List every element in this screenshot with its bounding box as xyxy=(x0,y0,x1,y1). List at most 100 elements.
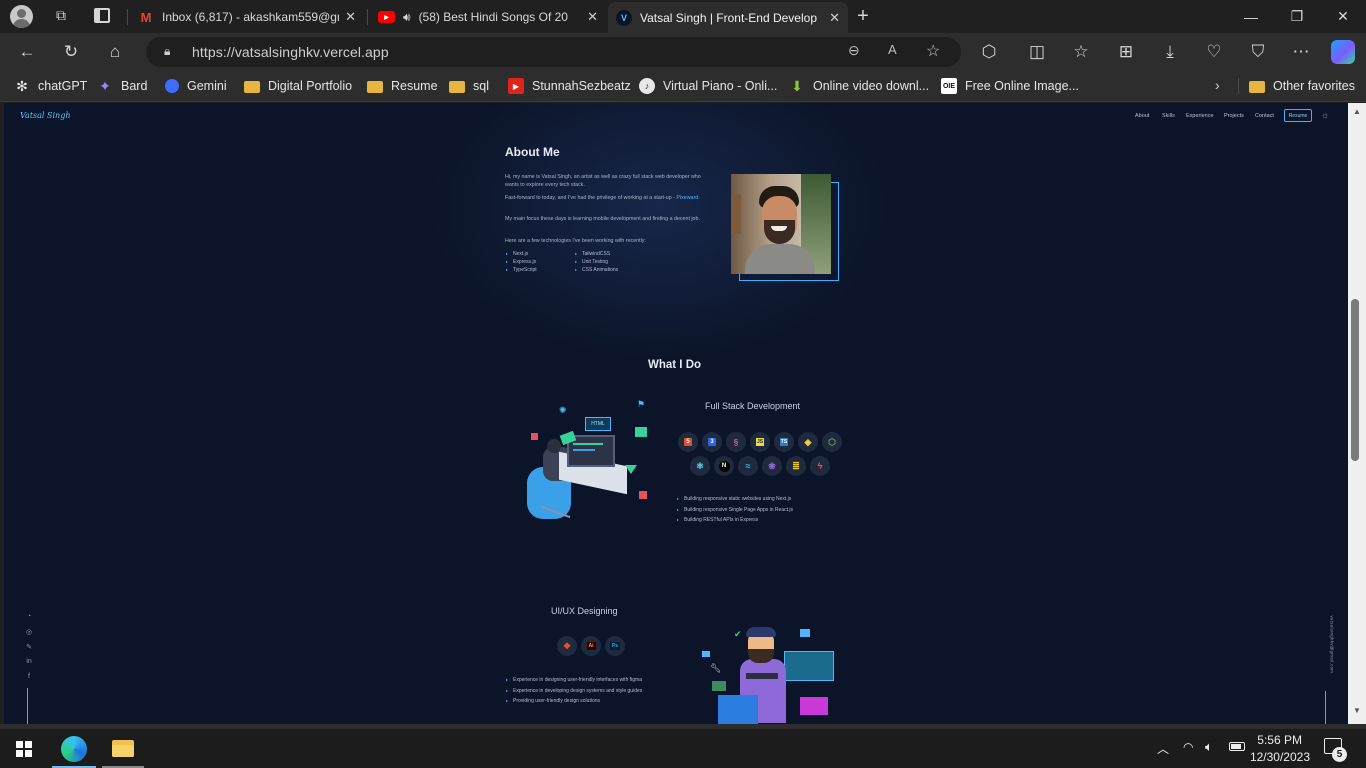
scroll-up-arrow-icon[interactable]: ▲ xyxy=(1350,107,1364,119)
nav-contact[interactable]: Contact xyxy=(1255,113,1274,119)
tab-actions-icon[interactable] xyxy=(94,8,110,23)
wifi-icon[interactable]: ◠ xyxy=(1183,740,1193,754)
illustrator-icon: Ai xyxy=(581,636,601,656)
side-email[interactable]: vatsalsinghkv@gmail.com xyxy=(1330,616,1335,696)
favorite-bard[interactable]: ✦ Bard xyxy=(97,77,147,95)
nav-skills[interactable]: Skills xyxy=(1162,113,1175,119)
read-aloud-icon[interactable]: A xyxy=(888,42,897,57)
refresh-icon[interactable]: ↻ xyxy=(58,39,84,65)
browser-essentials-icon[interactable]: ⛉ xyxy=(1245,39,1271,65)
uiux-point: Experience in designing user-friendly in… xyxy=(506,677,642,683)
typescript-icon: TS xyxy=(774,432,794,452)
nextjs-icon: N xyxy=(714,456,734,476)
favorite-chatgpt[interactable]: ✻ chatGPT xyxy=(14,77,87,95)
windows-start-icon[interactable] xyxy=(16,741,32,757)
favorite-label: Gemini xyxy=(187,79,227,93)
workspaces-icon[interactable]: ⧉ xyxy=(52,7,70,25)
new-tab-button[interactable]: + xyxy=(853,4,873,28)
favorite-gemini[interactable]: Gemini xyxy=(165,77,227,95)
other-favorites[interactable]: Other favorites xyxy=(1249,77,1355,95)
close-icon[interactable]: ✕ xyxy=(345,9,356,25)
downloads-icon[interactable]: ⤓ xyxy=(1157,39,1183,65)
zoom-icon[interactable]: ⊖ xyxy=(848,42,860,59)
browser-title-bar: ⧉ M Inbox (6,817) - akashkam559@gm ✕ ▶ 🔊… xyxy=(0,0,1366,33)
tech-item: TailwindCSS xyxy=(575,251,610,257)
instagram-icon[interactable]: ◎ xyxy=(24,628,34,638)
site-logo[interactable]: Vatsal Singh xyxy=(20,111,70,120)
nav-about[interactable]: About xyxy=(1135,113,1149,119)
favorite-star-icon[interactable]: ☆ xyxy=(926,41,940,61)
favorite-virtual-piano[interactable]: ♪ Virtual Piano - Onli... xyxy=(639,77,777,95)
favorite-online-image[interactable]: OIE Free Online Image... xyxy=(941,77,1079,95)
twitter-icon[interactable]: ✎ xyxy=(24,643,34,653)
clock-time[interactable]: 5:56 PM xyxy=(1250,733,1302,747)
github-icon[interactable]: ◔ xyxy=(24,613,34,623)
folder-icon xyxy=(449,81,465,93)
favorite-digital-portfolio[interactable]: Digital Portfolio xyxy=(244,77,352,95)
favorite-label: Resume xyxy=(391,79,438,93)
lock-icon[interactable]: 🔒︎ xyxy=(164,44,170,59)
favorite-sql[interactable]: sql xyxy=(449,77,489,95)
gmail-icon: M xyxy=(140,9,152,25)
tab-youtube[interactable]: ▶ 🔊︎ (58) Best Hindi Songs Of 20 ✕ xyxy=(370,4,606,30)
tab-gmail[interactable]: M Inbox (6,817) - akashkam559@gm ✕ xyxy=(130,4,364,30)
file-explorer-taskbar-icon[interactable] xyxy=(112,740,134,757)
more-menu-icon[interactable]: ⋯ xyxy=(1288,39,1314,65)
linkedin-icon[interactable]: in xyxy=(24,658,34,668)
nav-projects[interactable]: Projects xyxy=(1224,113,1244,119)
split-screen-icon[interactable]: ◫ xyxy=(1024,39,1050,65)
tab-label: Inbox (6,817) - akashkam559@gm xyxy=(162,10,340,24)
close-window-button[interactable]: ✕ xyxy=(1320,0,1366,33)
close-icon[interactable]: ✕ xyxy=(829,10,840,26)
address-bar[interactable]: 🔒︎ https://vatsalsinghkv.vercel.app ⊖ A … xyxy=(146,37,961,67)
uiux-title: UI/UX Designing xyxy=(551,606,618,616)
favorite-label: chatGPT xyxy=(38,79,88,93)
favorite-resume[interactable]: Resume xyxy=(367,77,438,95)
clock-date[interactable]: 12/30/2023 xyxy=(1240,750,1310,764)
favorite-stunnahsezbeatz[interactable]: ▶ StunnahSezbeatz xyxy=(508,77,631,95)
folder-icon xyxy=(367,81,383,93)
back-arrow-icon[interactable]: ← xyxy=(14,39,40,65)
collections-icon[interactable]: ⊞ xyxy=(1113,39,1139,65)
restore-button[interactable]: ❐ xyxy=(1274,0,1320,33)
page-viewport[interactable]: Vatsal Singh About Skills Experience Pro… xyxy=(4,103,1348,724)
profile-avatar-icon[interactable] xyxy=(10,5,33,28)
html5-icon: 5 xyxy=(678,432,698,452)
facebook-icon[interactable]: f xyxy=(24,673,34,683)
audio-playing-icon[interactable]: 🔊︎ xyxy=(403,10,411,25)
notification-count-badge: 5 xyxy=(1332,747,1347,762)
minimize-button[interactable]: — xyxy=(1228,0,1274,33)
nav-experience[interactable]: Experience xyxy=(1186,113,1214,119)
folder-icon xyxy=(244,81,260,93)
about-paragraph-2-text: Fast-forward to today, and I've had the … xyxy=(505,195,675,201)
react-icon: ⚛ xyxy=(690,456,710,476)
gemini-icon xyxy=(165,79,179,93)
volume-icon[interactable]: 🔈︎ xyxy=(1205,739,1213,755)
favorite-video-downloader[interactable]: ⬇ Online video downl... xyxy=(789,77,929,95)
right-email-line xyxy=(1325,691,1326,724)
performance-icon[interactable]: ♡ xyxy=(1201,39,1227,65)
edge-taskbar-icon[interactable] xyxy=(61,736,87,762)
copilot-icon[interactable] xyxy=(1331,40,1355,64)
tab-separator xyxy=(367,9,368,25)
css3-icon: 3 xyxy=(702,432,722,452)
tray-chevron-up-icon[interactable]: ︿ xyxy=(1157,740,1169,757)
home-icon[interactable]: ⌂ xyxy=(102,39,128,65)
scroll-down-arrow-icon[interactable]: ▼ xyxy=(1350,706,1364,718)
bard-icon: ✦ xyxy=(99,77,111,94)
favorite-label: Free Online Image... xyxy=(965,79,1079,93)
url-text[interactable]: https://vatsalsinghkv.vercel.app xyxy=(192,44,389,60)
tab-portfolio[interactable]: V Vatsal Singh | Front-End Develop ✕ xyxy=(608,2,848,33)
chevron-right-icon[interactable]: › xyxy=(1215,77,1220,93)
theme-toggle-sun-icon[interactable]: ☼ xyxy=(1321,110,1329,120)
scrollbar-thumb[interactable] xyxy=(1351,299,1359,461)
company-link[interactable]: Pixeward. xyxy=(676,195,699,201)
favorites-icon[interactable]: ☆ xyxy=(1068,39,1094,65)
sass-icon: § xyxy=(726,432,746,452)
browser-toolbar: ← ↻ ⌂ 🔒︎ https://vatsalsinghkv.vercel.ap… xyxy=(0,33,1366,70)
fullstack-point: Building responsive static websites usin… xyxy=(677,496,791,502)
extensions-icon[interactable]: ⬡ xyxy=(976,39,1002,65)
resume-button[interactable]: Resume xyxy=(1284,109,1312,122)
javascript-icon: JS xyxy=(750,432,770,452)
close-icon[interactable]: ✕ xyxy=(587,9,598,25)
